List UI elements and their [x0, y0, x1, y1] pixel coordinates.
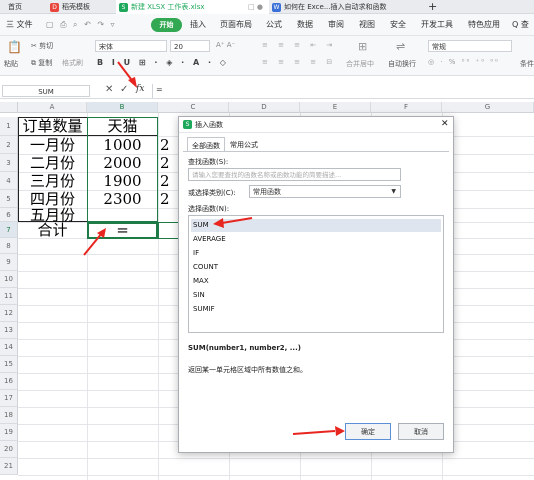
arrow-to-b7 — [83, 232, 103, 256]
arrow-to-sum — [221, 217, 253, 224]
annotation-arrows — [83, 61, 345, 436]
arrow-to-fx-head — [128, 77, 137, 88]
arrow-to-ok — [292, 430, 336, 435]
arrow-to-ok-head — [335, 426, 345, 436]
arrow-to-sum-head — [213, 218, 224, 228]
